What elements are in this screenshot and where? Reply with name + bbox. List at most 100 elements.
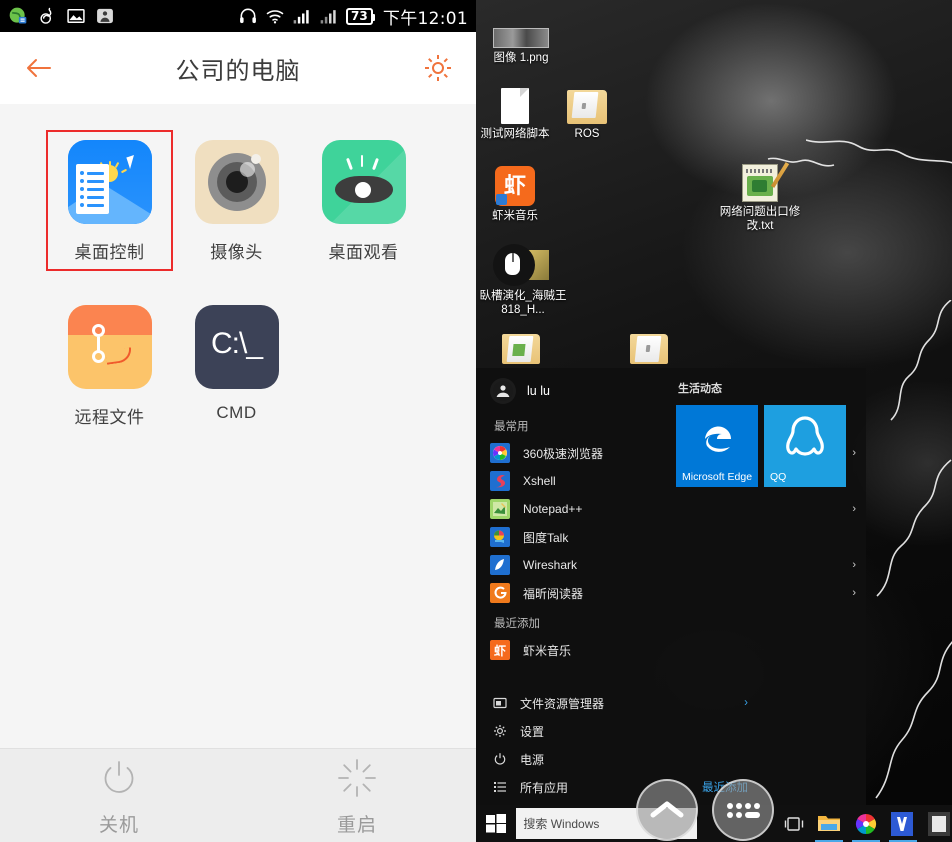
start-bottom-label: 所有应用: [520, 780, 569, 795]
app-tile-label: 桌面观看: [328, 243, 399, 262]
eye-icon: [321, 140, 406, 224]
file-explorer-icon: [818, 815, 840, 831]
desktop-control-icon: [67, 140, 152, 224]
shutdown-label: 关机: [98, 814, 139, 836]
app-tile-label: 摄像头: [210, 243, 263, 262]
start-button[interactable]: [476, 805, 516, 842]
desktop-icon-label: ROS: [574, 128, 600, 140]
xshell-icon: [490, 471, 510, 491]
start-item-label: 虾米音乐: [523, 643, 572, 658]
tiles-row: Microsoft Edge QQ: [676, 405, 866, 487]
start-bottom-label: 文件资源管理器: [520, 696, 605, 711]
tudou-talk-icon: [490, 527, 510, 547]
windows-start-icon: [486, 813, 507, 833]
contact-icon: [97, 8, 113, 24]
start-item-tudou-talk[interactable]: 图度Talk: [490, 523, 866, 551]
task-view-button[interactable]: [779, 816, 810, 832]
app-tile-cmd[interactable]: C:\_ CMD: [173, 295, 300, 436]
taskbar-wps[interactable]: [889, 811, 917, 842]
app-grid: 桌面控制 摄像头 桌面观看 远程文件 C:\_ CMD: [0, 130, 476, 460]
desktop-icon-label: 测试网络脚本: [480, 128, 550, 140]
taskbar-pinned-app[interactable]: [928, 811, 952, 836]
settings-gear-icon: [492, 723, 508, 739]
desktop-icon-label: 臥槽演化_海贼王818_H...: [479, 290, 567, 316]
file-explorer-icon: [492, 695, 508, 711]
app-tile-desktop-control[interactable]: 桌面控制: [46, 130, 173, 271]
desktop-icon-folder-b[interactable]: [612, 322, 686, 364]
nav-apps-button[interactable]: [712, 779, 774, 841]
start-item-label: Xshell: [523, 474, 556, 488]
folder-icon: [612, 322, 686, 364]
back-arrow-icon[interactable]: [22, 50, 58, 86]
phone-bottom-bar: 关机 重启: [0, 748, 476, 842]
chevron-right-icon[interactable]: ›: [852, 559, 856, 571]
tiles-group-header: 生活动态: [678, 383, 722, 395]
status-clock: 下午12:01: [382, 8, 468, 29]
desktop-icon-script[interactable]: 测试网络脚本: [478, 82, 552, 141]
shutdown-button[interactable]: 关机: [0, 749, 238, 842]
desktop-icon-video[interactable]: 臥槽演化_海贼王818_H...: [478, 244, 568, 317]
app-tile-camera[interactable]: 摄像头: [173, 130, 300, 271]
wps-icon: [891, 811, 913, 836]
wifi-icon: [266, 10, 284, 24]
qq-icon: [786, 416, 824, 456]
all-apps-icon: [492, 779, 508, 795]
chevron-right-icon[interactable]: ›: [852, 587, 856, 599]
chevron-right-icon[interactable]: ›: [852, 503, 856, 515]
app-header: 公司的电脑: [0, 32, 476, 104]
gear-icon[interactable]: [422, 52, 454, 84]
desktop-icon-notepad-txt[interactable]: 网络问题出口修改.txt: [714, 160, 806, 233]
chevron-right-icon[interactable]: ›: [744, 697, 748, 709]
restart-icon: [338, 758, 376, 797]
start-item-foxit-reader[interactable]: 福昕阅读器 ›: [490, 579, 866, 607]
app-tile-remote-files[interactable]: 远程文件: [46, 295, 173, 436]
recent-added-list: 虾 虾米音乐: [476, 636, 866, 664]
notepad-plus-icon: [490, 499, 510, 519]
taskbar-360-browser[interactable]: [852, 812, 880, 842]
nav-up-button[interactable]: [636, 779, 698, 841]
start-item-xiami-music[interactable]: 虾 虾米音乐: [490, 636, 866, 664]
desktop-icon-folder-a[interactable]: [484, 322, 558, 364]
task-view-icon: [785, 816, 804, 831]
start-bottom-file-explorer[interactable]: 文件资源管理器 ›: [476, 689, 866, 717]
start-menu-tiles: 生活动态 Microsoft Edge QQ: [676, 368, 866, 487]
start-bottom-power[interactable]: 电源: [476, 745, 866, 773]
foxit-reader-icon: [490, 583, 510, 603]
desktop-icon-ros[interactable]: ROS: [550, 82, 624, 141]
wireshark-icon: [490, 555, 510, 575]
tile-label: Microsoft Edge: [682, 471, 753, 483]
android-nav-overlay: [636, 779, 774, 841]
desktop-icon-image[interactable]: 图像 1.png: [484, 6, 558, 65]
xiami-music-icon: 虾: [478, 164, 552, 206]
user-name: lu lu: [527, 384, 550, 398]
tile-qq[interactable]: QQ: [764, 405, 846, 487]
qq-browser-icon: [9, 7, 27, 24]
start-bottom-settings[interactable]: 设置: [476, 717, 866, 745]
search-placeholder: 搜索 Windows: [523, 817, 600, 831]
battery-indicator: 73: [345, 7, 375, 25]
tile-label: QQ: [770, 471, 787, 483]
desktop-icon-xiami[interactable]: 虾 虾米音乐: [478, 164, 552, 223]
start-bottom-label: 电源: [520, 752, 545, 767]
restart-button[interactable]: 重启: [238, 749, 476, 842]
taskbar-pinned-apps: [815, 811, 952, 842]
gallery-icon: [67, 9, 85, 23]
power-icon: [104, 760, 134, 793]
user-avatar-icon: [490, 378, 516, 404]
camera-icon: [194, 140, 279, 224]
nav-up-chevron-icon: [650, 801, 684, 818]
signal-2-icon: [320, 10, 336, 24]
tile-microsoft-edge[interactable]: Microsoft Edge: [676, 405, 758, 487]
start-item-wireshark[interactable]: Wireshark ›: [490, 551, 866, 579]
start-item-notepadpp[interactable]: Notepad++ ›: [490, 495, 866, 523]
app-icon: [928, 811, 950, 836]
app-tile-desktop-view[interactable]: 桌面观看: [300, 130, 427, 271]
app-tile-label: 远程文件: [74, 408, 145, 427]
status-system-icons: 73 下午12:01: [238, 4, 468, 29]
restart-label: 重启: [336, 814, 377, 836]
taskbar-file-explorer[interactable]: [815, 812, 843, 842]
desktop-icon-label: 网络问题出口修改.txt: [719, 206, 801, 232]
folder-icon: [550, 82, 624, 124]
recent-added-header: 最近添加: [494, 618, 540, 630]
power-icon: [492, 751, 508, 767]
